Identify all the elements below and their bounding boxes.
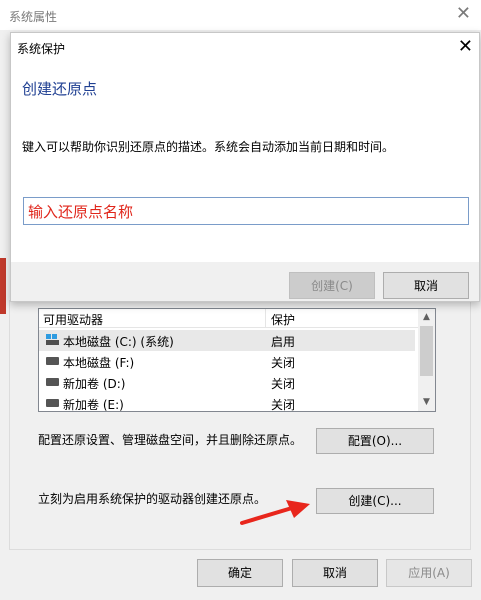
create-restore-point-button[interactable]: 创建(C)... [316,488,434,514]
scroll-up-icon[interactable]: ▲ [418,309,435,326]
background-accent [0,258,6,314]
column-header-drive[interactable]: 可用驱动器 [43,311,103,328]
drive-row-f[interactable]: 本地磁盘 (F:) 关闭 [39,351,415,372]
drive-name: 新加卷 (D:) [63,377,126,391]
drive-status: 关闭 [271,398,296,412]
drive-row-c[interactable]: 本地磁盘 (C:) (系统) 启用 [39,330,415,351]
dialog-heading: 创建还原点 [22,80,98,98]
restore-point-name-input[interactable] [23,197,469,225]
drive-list[interactable]: 可用驱动器 保护 本地磁盘 (C:) (系统) 启用 本地磁盘 (F:) 关闭 … [38,308,436,412]
ok-button[interactable]: 确定 [197,559,283,587]
dialog-description: 键入可以帮助你识别还原点的描述。系统会自动添加当前日期和时间。 [22,140,395,154]
column-divider[interactable] [265,309,266,327]
drive-icon [46,378,59,386]
drive-name: 本地磁盘 (C:) (系统) [63,335,174,349]
create-description: 立刻为启用系统保护的驱动器创建还原点。 [38,492,267,506]
configure-description: 配置还原设置、管理磁盘空间，并且删除还原点。 [38,433,303,447]
drive-name: 本地磁盘 (F:) [63,356,135,370]
outer-window-title: 系统属性 [9,10,58,24]
apply-button[interactable]: 应用(A) [386,559,472,587]
system-protection-dialog: 系统保护 ✕ 创建还原点 键入可以帮助你识别还原点的描述。系统会自动添加当前日期… [10,32,480,302]
outer-close-icon[interactable]: ✕ [456,3,471,25]
drive-status: 启用 [271,335,296,349]
dialog-create-button[interactable]: 创建(C) [289,272,375,299]
drive-name: 新加卷 (E:) [63,398,124,412]
dialog-title: 系统保护 [17,42,66,56]
list-header: 可用驱动器 保护 [39,309,435,328]
configure-button[interactable]: 配置(O)... [316,428,434,454]
dialog-body: 创建还原点 键入可以帮助你识别还原点的描述。系统会自动添加当前日期和时间。 [11,63,479,262]
cancel-button[interactable]: 取消 [292,559,378,587]
dialog-close-icon[interactable]: ✕ [458,36,473,58]
drive-status: 关闭 [271,356,296,370]
dialog-title-bar: 系统保护 ✕ [11,33,479,63]
system-drive-icon [46,334,59,345]
drive-icon [46,399,59,407]
scroll-thumb[interactable] [420,326,433,376]
dialog-cancel-button[interactable]: 取消 [383,272,469,299]
column-header-protection[interactable]: 保护 [271,311,295,328]
scroll-down-icon[interactable]: ▼ [418,394,435,411]
drive-icon [46,357,59,365]
drive-row-e[interactable]: 新加卷 (E:) 关闭 [39,393,415,412]
drive-row-d[interactable]: 新加卷 (D:) 关闭 [39,372,415,393]
outer-title-bar: 系统属性 ✕ [0,0,481,30]
drive-status: 关闭 [271,377,296,391]
red-arrow-icon [240,500,310,525]
drive-list-scrollbar[interactable]: ▲ ▼ [418,309,435,411]
